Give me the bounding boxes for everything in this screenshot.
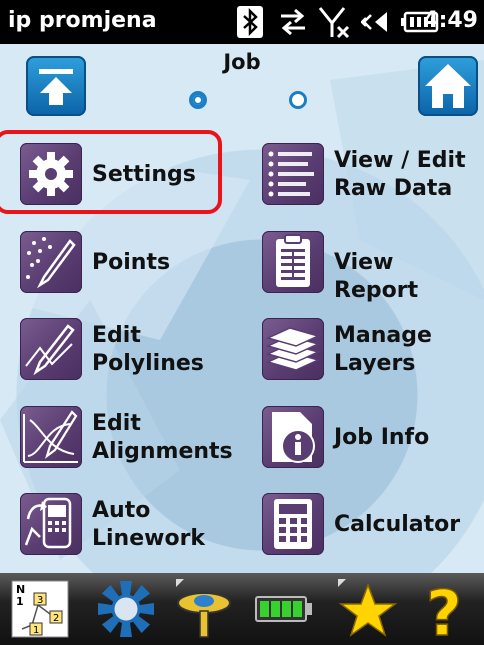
status-bar: ip promjena 4:49 bbox=[0, 0, 484, 44]
page-dot-current[interactable] bbox=[189, 91, 207, 109]
taskbar-help-button[interactable]: ? bbox=[412, 577, 476, 641]
gear-icon bbox=[20, 143, 82, 205]
menu-item-label: Job Info bbox=[334, 425, 430, 450]
menu-item-label: View / Edit Raw Data bbox=[334, 148, 466, 201]
page-dot-next[interactable] bbox=[289, 91, 307, 109]
report-icon bbox=[262, 231, 324, 293]
gps-satellite-icon bbox=[98, 581, 154, 637]
favorites-star-icon bbox=[338, 579, 398, 637]
menu-item-manage-layers[interactable]: Manage Layers bbox=[262, 318, 462, 388]
battery-full-icon bbox=[255, 596, 312, 622]
menu-item-label: Settings bbox=[92, 162, 196, 187]
points-icon bbox=[20, 231, 82, 293]
menu-item-edit-alignments[interactable]: Edit Alignments bbox=[20, 406, 240, 476]
svg-text:3: 3 bbox=[37, 595, 43, 606]
back-button[interactable] bbox=[26, 56, 86, 116]
menu-item-points[interactable]: Points bbox=[20, 231, 220, 301]
taskbar-instrument-button[interactable] bbox=[172, 577, 236, 641]
instrument-icon bbox=[176, 579, 231, 638]
svg-text:?: ? bbox=[426, 577, 462, 641]
no-signal-icon[interactable] bbox=[318, 3, 352, 41]
app-name: ip promjena bbox=[8, 8, 157, 33]
raw-data-icon bbox=[262, 143, 324, 205]
taskbar-battery-button[interactable] bbox=[252, 577, 316, 641]
polyline-icon bbox=[20, 318, 82, 380]
menu-item-settings[interactable]: Settings bbox=[20, 143, 220, 213]
bluetooth-icon bbox=[234, 3, 266, 41]
menu-item-view-report[interactable]: View Report bbox=[262, 231, 482, 303]
info-icon bbox=[262, 406, 324, 468]
back-up-arrow-icon bbox=[39, 69, 73, 105]
svg-text:2: 2 bbox=[53, 613, 59, 624]
taskbar-favorites-button[interactable] bbox=[334, 577, 398, 641]
menu-item-label: Points bbox=[92, 250, 171, 275]
menu-item-label: Calculator bbox=[334, 512, 461, 537]
menu-item-view-edit-raw-data[interactable]: View / Edit Raw Data bbox=[262, 143, 474, 213]
menu-item-edit-polylines[interactable]: Edit Polylines bbox=[20, 318, 230, 388]
menu-item-label: Manage Layers bbox=[334, 323, 432, 376]
sync-arrows-icon[interactable] bbox=[276, 3, 310, 41]
calculator-icon bbox=[262, 493, 324, 555]
alignment-icon bbox=[20, 406, 82, 468]
menu-item-auto-linework[interactable]: Auto Linework bbox=[20, 493, 230, 563]
linework-icon bbox=[20, 493, 82, 555]
layers-icon bbox=[262, 318, 324, 380]
menu-item-label: View Report bbox=[334, 250, 419, 303]
home-icon bbox=[425, 64, 471, 108]
screen: { "status_bar": { "app_name": "ip promje… bbox=[0, 0, 484, 645]
menu-item-calculator[interactable]: Calculator bbox=[262, 493, 462, 563]
help-icon: ? bbox=[425, 577, 462, 641]
menu-item-label: Edit Alignments bbox=[92, 411, 233, 464]
taskbar: N 1 3 2 1 ? bbox=[0, 573, 484, 645]
menu-item-label: Auto Linework bbox=[92, 498, 206, 551]
menu-item-job-info[interactable]: Job Info bbox=[262, 406, 462, 476]
north-map-icon: N 1 3 2 1 bbox=[11, 580, 69, 638]
taskbar-gps-button[interactable] bbox=[94, 577, 158, 641]
menu-item-label: Edit Polylines bbox=[92, 323, 204, 376]
clock[interactable]: 4:49 bbox=[423, 8, 478, 33]
home-button[interactable] bbox=[418, 56, 478, 116]
svg-text:1: 1 bbox=[33, 625, 39, 636]
svg-text:1: 1 bbox=[16, 595, 24, 608]
taskbar-map-button[interactable]: N 1 3 2 1 bbox=[8, 577, 72, 641]
volume-icon[interactable] bbox=[360, 3, 394, 41]
